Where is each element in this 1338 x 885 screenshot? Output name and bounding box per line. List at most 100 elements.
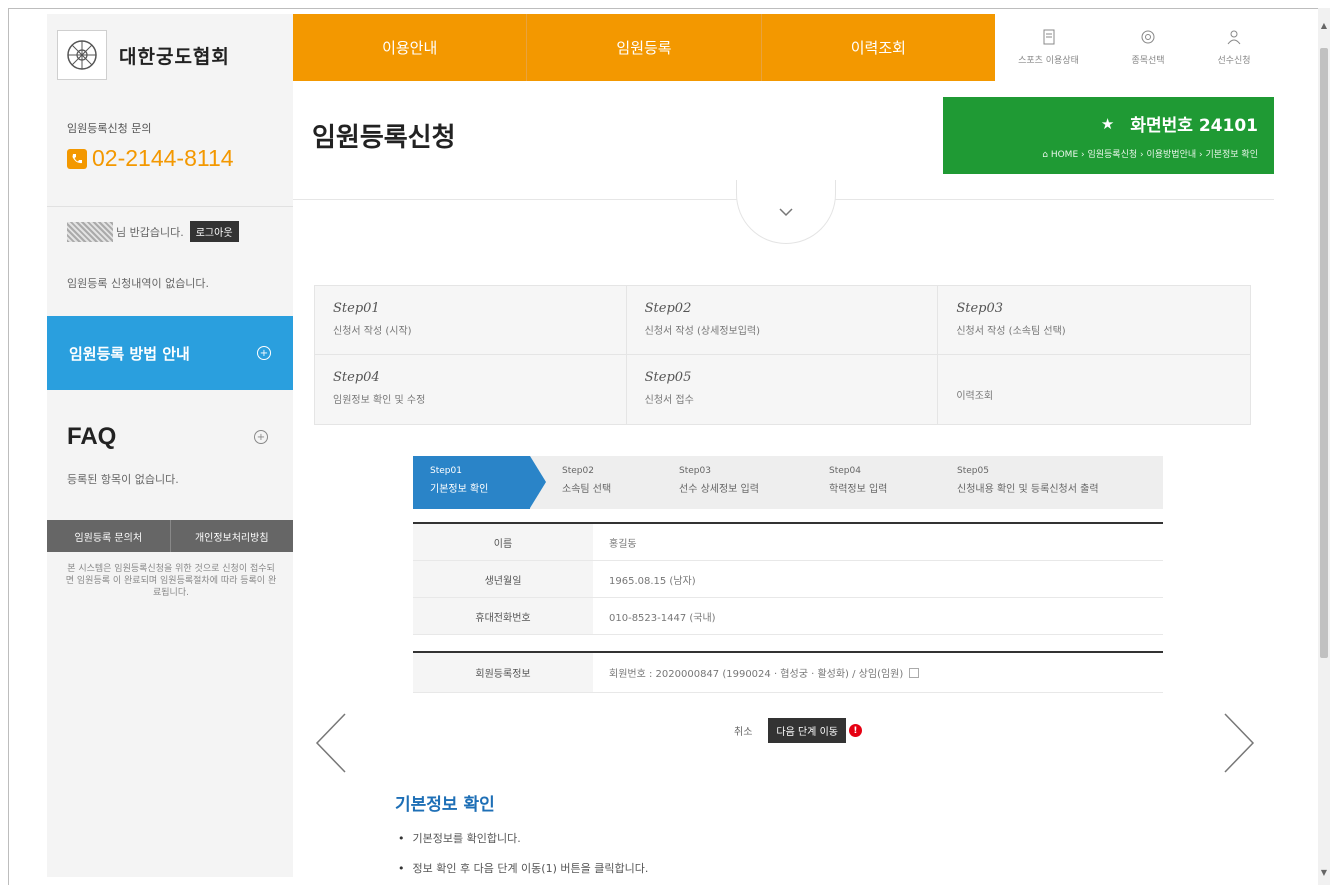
- step-cell[interactable]: Step01 신청서 작성 (시작): [315, 286, 627, 355]
- progress-step-active: Step01 기본정보 확인: [413, 456, 546, 509]
- page-title: 임원등록신청: [312, 123, 456, 153]
- table-row: 휴대전화번호 010-8523-1447 (국내): [413, 598, 1163, 635]
- progress-step: Step03 선수 상세정보 입력: [662, 456, 812, 509]
- phone-icon: [67, 148, 87, 169]
- util-athlete-apply[interactable]: 선수신청: [1194, 14, 1274, 81]
- step-number: Step01: [333, 301, 380, 316]
- welcome-message: 님 반갑습니다. 로그아웃: [67, 221, 239, 242]
- link-privacy-policy[interactable]: 개인정보처리방침: [171, 520, 294, 552]
- step-description: 이력조회: [956, 391, 994, 402]
- phone-text: 02-2144-8114: [92, 145, 234, 171]
- step-number: Step04: [333, 370, 380, 385]
- step-description: 신청서 작성 (소속팀 선택): [956, 326, 1066, 337]
- nav-item-history[interactable]: 이력조회: [762, 14, 995, 81]
- util-sport-select-label: 종목선택: [1131, 56, 1165, 66]
- progress-step: Step05 신청내용 확인 및 등록신청서 출력: [940, 456, 1163, 509]
- inquiry-label: 임원등록신청 문의: [67, 122, 152, 135]
- progress-step-number: Step04: [829, 466, 861, 476]
- step-overview-grid: Step01 신청서 작성 (시작) Step02 신청서 작성 (상세정보입력…: [314, 285, 1251, 425]
- step-cell[interactable]: Step03 신청서 작성 (소속팀 선택): [938, 286, 1250, 355]
- util-sports-status-label: 스포츠 이용상태: [1018, 56, 1079, 66]
- progress-steps: Step01 기본정보 확인 Step02 소속팀 선택 Step03 선수 상…: [413, 456, 1163, 509]
- scrollbar-thumb[interactable]: [1320, 48, 1328, 658]
- target-icon: [1140, 29, 1156, 49]
- progress-step-label: 신청내용 확인 및 등록신청서 출력: [957, 484, 1099, 495]
- chevron-down-icon: [779, 207, 793, 216]
- table-row: 회원등록정보 회원번호 : 2020000847 (1990024 · 협성궁 …: [413, 653, 1163, 693]
- checkbox[interactable]: [909, 667, 920, 678]
- step-cell[interactable]: Step05 신청서 접수: [627, 355, 939, 424]
- step-cell[interactable]: Step02 신청서 작성 (상세정보입력): [626, 286, 939, 355]
- util-sports-status[interactable]: 스포츠 이용상태: [995, 14, 1102, 81]
- step-description: 신청서 작성 (시작): [333, 326, 412, 337]
- progress-step-label: 학력정보 입력: [829, 484, 888, 495]
- bottom-links: 임원등록 문의처 개인정보처리방침: [47, 520, 293, 552]
- sidebar: 대한궁도협회 임원등록신청 문의 02-2144-8114 님 반갑습니다. 로…: [47, 14, 293, 877]
- phone-number: 02-2144-8114: [67, 145, 234, 172]
- table-row: 이름 홍길동: [413, 524, 1163, 561]
- step-cell[interactable]: Step04 임원정보 확인 및 수정: [315, 355, 627, 424]
- prev-arrow-icon[interactable]: [314, 712, 348, 778]
- document-icon: [1042, 29, 1056, 49]
- step-description: 신청서 작성 (상세정보입력): [644, 326, 761, 337]
- progress-step: Step02 소속팀 선택: [530, 456, 662, 509]
- utility-menu: 스포츠 이용상태 종목선택 선수신청: [995, 14, 1274, 81]
- row-label: 휴대전화번호: [413, 598, 593, 634]
- logo[interactable]: 대한궁도협회: [57, 30, 277, 80]
- scrollbar[interactable]: ▲ ▼: [1318, 8, 1330, 885]
- util-sport-select[interactable]: 종목선택: [1102, 14, 1194, 81]
- faq-empty-text: 등록된 항목이 없습니다.: [67, 473, 179, 486]
- welcome-text: 님 반갑습니다.: [116, 225, 184, 239]
- progress-step: Step04 학력정보 입력: [812, 456, 940, 509]
- step-description: 임원정보 확인 및 수정: [333, 395, 426, 406]
- table-row: 생년월일 1965.08.15 (남자): [413, 561, 1163, 598]
- logo-emblem-icon: [57, 30, 107, 80]
- cancel-button[interactable]: 취소: [724, 718, 762, 743]
- progress-step-number: Step01: [430, 466, 462, 476]
- org-name: 대한궁도협회: [119, 45, 230, 68]
- guide-button-label: 임원등록 방법 안내: [69, 344, 190, 363]
- registration-value: 회원번호 : 2020000847 (1990024 · 협성궁 · 활성화) …: [609, 669, 904, 680]
- step-number: Step03: [956, 301, 1004, 316]
- row-label: 회원등록정보: [413, 653, 593, 692]
- row-value: 회원번호 : 2020000847 (1990024 · 협성궁 · 활성화) …: [593, 653, 1163, 692]
- step-number: Step02: [644, 301, 692, 316]
- registration-guide-button[interactable]: 임원등록 방법 안내 +: [47, 316, 293, 390]
- logout-button[interactable]: 로그아웃: [189, 221, 239, 242]
- list-item: 정보 확인 후 다음 단계 이동(1) 버튼을 클릭합니다.: [398, 860, 649, 876]
- breadcrumb: ⌂ HOME › 임원등록신청 › 이용방법안내 › 기본정보 확인: [1042, 147, 1258, 160]
- progress-step-number: Step03: [679, 466, 711, 476]
- step-cell-history[interactable]: 이력조회: [938, 355, 1250, 424]
- progress-step-label: 기본정보 확인: [430, 484, 489, 495]
- row-value: 010-8523-1447 (국내): [609, 612, 716, 624]
- step-number: Step05: [644, 370, 692, 385]
- star-icon: ★: [1100, 114, 1115, 133]
- breadcrumb-text: HOME › 임원등록신청 › 이용방법안내 › 기본정보 확인: [1050, 150, 1258, 160]
- next-arrow-icon[interactable]: [1222, 712, 1256, 778]
- scroll-down-icon[interactable]: ▼: [1318, 865, 1330, 879]
- link-inquiry-contact[interactable]: 임원등록 문의처: [47, 520, 171, 552]
- progress-step-number: Step05: [957, 466, 989, 476]
- next-step-button[interactable]: 다음 단계 이동: [768, 718, 846, 743]
- form-actions: 취소 다음 단계 이동 !: [724, 718, 862, 743]
- row-label: 생년월일: [413, 561, 593, 597]
- faq-title[interactable]: FAQ: [67, 423, 116, 451]
- plus-circle-icon: +: [257, 346, 271, 360]
- basic-info-table: 이름 홍길동 생년월일 1965.08.15 (남자) 휴대전화번호 010-8…: [413, 522, 1163, 635]
- row-label: 이름: [413, 524, 593, 560]
- row-value: 1965.08.15 (남자): [609, 575, 696, 587]
- bottom-note: 본 시스템은 임원등록신청을 위한 것으로 신청이 접수되면 임원등록 이 완료…: [65, 564, 277, 598]
- scroll-up-icon[interactable]: ▲: [1318, 18, 1330, 32]
- progress-step-number: Step02: [562, 466, 594, 476]
- row-value: 홍길동: [609, 538, 637, 550]
- sidebar-divider: [47, 206, 293, 207]
- list-item: 기본정보를 확인합니다.: [398, 830, 648, 846]
- nav-item-registration[interactable]: 임원등록: [527, 14, 762, 81]
- registration-info-table: 회원등록정보 회원번호 : 2020000847 (1990024 · 협성궁 …: [413, 651, 1163, 693]
- alert-icon: !: [848, 724, 862, 737]
- no-history-text: 임원등록 신청내역이 없습니다.: [67, 277, 210, 290]
- faq-more-icon[interactable]: +: [254, 430, 268, 444]
- screen-number-text: 화면번호 24101: [1130, 116, 1258, 136]
- nav-item-guide[interactable]: 이용안내: [293, 14, 528, 81]
- util-athlete-apply-label: 선수신청: [1217, 56, 1251, 66]
